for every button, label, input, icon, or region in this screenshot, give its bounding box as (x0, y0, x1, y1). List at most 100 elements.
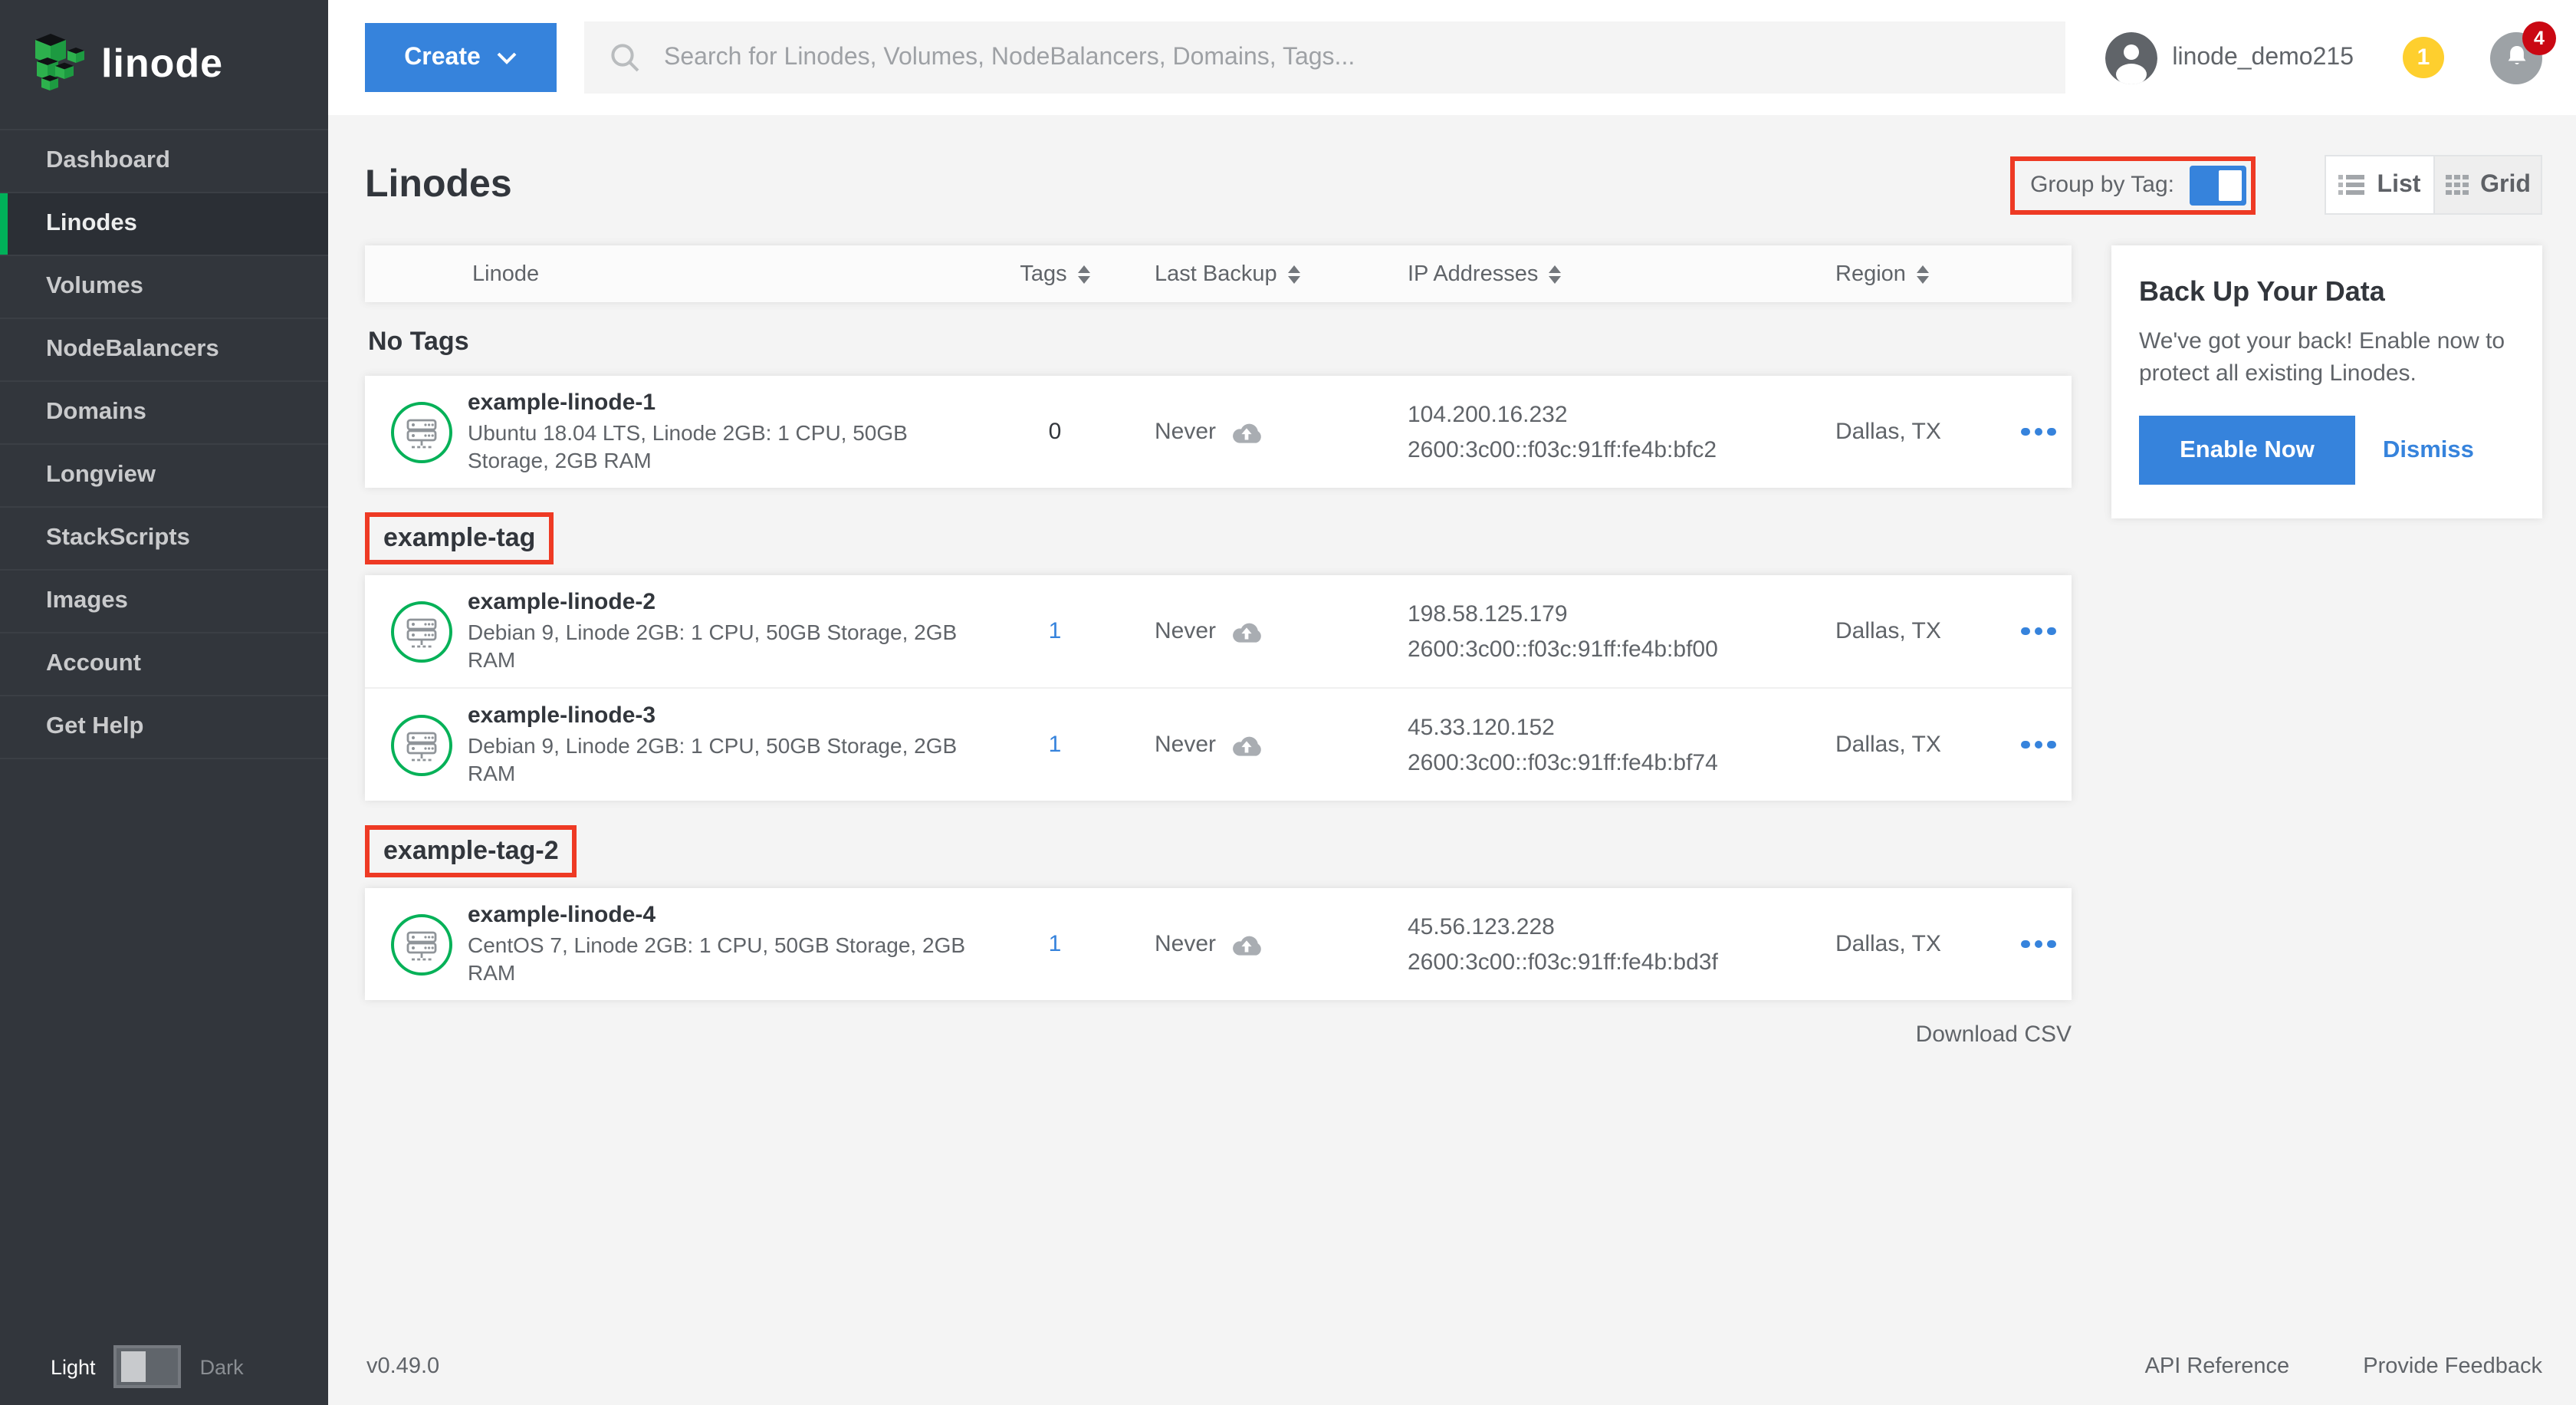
linode-status-icon (391, 401, 452, 462)
sidebar-item-nodebalancers[interactable]: NodeBalancers (0, 319, 328, 382)
chevron-down-icon (498, 51, 518, 64)
last-backup-value: Never (1155, 732, 1216, 758)
topbar: Create linode_demo215 1 (328, 0, 2576, 115)
tag-group-rows: example-linode-4 CentOS 7, Linode 2GB: 1… (365, 888, 2072, 1000)
table-row: example-linode-1 Ubuntu 18.04 LTS, Linod… (365, 376, 2072, 488)
grid-view-label: Grid (2480, 171, 2531, 199)
ipv4-address: 198.58.125.179 (1408, 596, 1806, 631)
linode-name-link[interactable]: example-linode-3 (468, 702, 969, 728)
grid-view-button[interactable]: Grid (2433, 156, 2541, 213)
group-by-tag-label: Group by Tag: (2030, 172, 2174, 198)
column-header-ip-addresses-label: IP Addresses (1408, 262, 1538, 286)
cloud-upload-icon (1230, 419, 1263, 445)
linode-logo[interactable]: linode (0, 0, 328, 98)
column-header-last-backup[interactable]: Last Backup (1116, 262, 1408, 286)
search-bar (584, 21, 2065, 94)
column-header-linode[interactable]: Linode (365, 262, 994, 286)
ipv4-address: 45.33.120.152 (1408, 709, 1806, 745)
sidebar-item-images[interactable]: Images (0, 571, 328, 633)
last-backup-value: Never (1155, 419, 1216, 445)
row-actions-button[interactable] (2021, 627, 2072, 636)
view-mode-segmented-control: List Grid (2325, 155, 2542, 215)
table-row: example-linode-2 Debian 9, Linode 2GB: 1… (365, 575, 2072, 689)
linode-name-link[interactable]: example-linode-2 (468, 588, 969, 614)
sidebar-item-get-help[interactable]: Get Help (0, 696, 328, 759)
search-input[interactable] (661, 42, 2040, 73)
page-header: Linodes Group by Tag: List (365, 156, 2542, 213)
theme-switch[interactable] (114, 1345, 182, 1388)
tag-group-heading-example-tag: example-tag (383, 523, 535, 552)
dismiss-link[interactable]: Dismiss (2383, 437, 2474, 465)
theme-toggle: Light Dark (51, 1345, 244, 1388)
sidebar-item-dashboard[interactable]: Dashboard (0, 129, 328, 193)
column-header-linode-label: Linode (472, 262, 539, 286)
ipv6-address: 2600:3c00::f03c:91ff:fe4b:bf00 (1408, 631, 1806, 666)
sidebar-item-stackscripts[interactable]: StackScripts (0, 508, 328, 571)
table-row: example-linode-4 CentOS 7, Linode 2GB: 1… (365, 888, 2072, 1000)
row-actions-button[interactable] (2021, 741, 2072, 749)
tags-count-link[interactable]: 1 (1049, 618, 1062, 644)
linode-status-icon (391, 714, 452, 775)
column-header-region[interactable]: Region (1806, 262, 2021, 286)
tags-count-link[interactable]: 1 (1049, 732, 1062, 758)
open-tickets-badge[interactable]: 1 (2403, 37, 2444, 78)
provide-feedback-link[interactable]: Provide Feedback (2363, 1354, 2542, 1379)
create-button[interactable]: Create (365, 23, 557, 92)
linodes-table: Linode Tags Last Backup IP Addresses (365, 245, 2072, 1048)
toggle-knob (2219, 169, 2242, 200)
notifications-count-badge: 4 (2522, 21, 2556, 54)
tag-group-rows: example-linode-2 Debian 9, Linode 2GB: 1… (365, 575, 2072, 801)
enable-now-button[interactable]: Enable Now (2139, 416, 2355, 485)
user-menu[interactable]: linode_demo215 (2104, 31, 2354, 84)
linode-status-icon (391, 600, 452, 662)
row-actions-button[interactable] (2021, 940, 2072, 949)
linode-name-link[interactable]: example-linode-4 (468, 901, 969, 927)
version-label: v0.49.0 (366, 1354, 439, 1379)
linode-spec: Debian 9, Linode 2GB: 1 CPU, 50GB Storag… (468, 732, 969, 788)
annotation-box-group-by-tag: Group by Tag: (2010, 156, 2256, 214)
footer: v0.49.0 API Reference Provide Feedback (366, 1354, 2542, 1379)
sort-icon (1078, 265, 1090, 283)
list-icon (2339, 175, 2365, 195)
last-backup-value: Never (1155, 618, 1216, 644)
sidebar-item-domains[interactable]: Domains (0, 382, 328, 445)
cloud-upload-icon (1230, 618, 1263, 644)
tag-group-heading-example-tag-2: example-tag-2 (383, 836, 559, 865)
page-title: Linodes (365, 163, 512, 207)
sidebar-item-linodes[interactable]: Linodes (0, 193, 328, 256)
ipv6-address: 2600:3c00::f03c:91ff:fe4b:bf74 (1408, 745, 1806, 780)
create-button-label: Create (404, 44, 481, 71)
api-reference-link[interactable]: API Reference (2145, 1354, 2290, 1379)
list-view-button[interactable]: List (2326, 156, 2433, 213)
row-actions-button[interactable] (2021, 428, 2072, 436)
linode-status-icon (391, 913, 452, 975)
column-header-tags[interactable]: Tags (994, 262, 1116, 286)
linode-name-link[interactable]: example-linode-1 (468, 389, 969, 415)
column-header-last-backup-label: Last Backup (1155, 262, 1277, 286)
side-column: Back Up Your Data We've got your back! E… (2111, 245, 2542, 519)
group-by-tag-toggle[interactable] (2190, 165, 2246, 205)
tags-count-link[interactable]: 1 (1049, 931, 1062, 957)
sidebar-item-volumes[interactable]: Volumes (0, 256, 328, 319)
annotation-box-example-tag: example-tag (365, 512, 554, 564)
backup-cta-card: Back Up Your Data We've got your back! E… (2111, 245, 2542, 519)
grid-icon (2445, 175, 2468, 195)
ipv6-address: 2600:3c00::f03c:91ff:fe4b:bd3f (1408, 944, 1806, 979)
linode-spec: Debian 9, Linode 2GB: 1 CPU, 50GB Storag… (468, 619, 969, 674)
backup-card-body: We've got your back! Enable now to prote… (2139, 327, 2515, 390)
tags-count: 0 (1049, 419, 1062, 445)
list-view-label: List (2377, 171, 2421, 199)
last-backup-value: Never (1155, 931, 1216, 957)
sidebar: linode Dashboard Linodes Volumes NodeBal… (0, 0, 328, 1405)
tag-group-rows: example-linode-1 Ubuntu 18.04 LTS, Linod… (365, 376, 2072, 488)
main-content: Linodes Group by Tag: List (328, 115, 2576, 1405)
region-value: Dallas, TX (1806, 931, 2021, 957)
column-header-ip-addresses[interactable]: IP Addresses (1408, 262, 1806, 286)
tag-group-heading-no-tags: No Tags (368, 327, 2072, 357)
sidebar-item-longview[interactable]: Longview (0, 445, 328, 508)
download-csv-link[interactable]: Download CSV (365, 1022, 2072, 1048)
notifications-button[interactable]: 4 (2490, 31, 2542, 84)
sidebar-item-account[interactable]: Account (0, 633, 328, 696)
linode-logo-icon (29, 28, 84, 97)
ipv4-address: 45.56.123.228 (1408, 909, 1806, 944)
